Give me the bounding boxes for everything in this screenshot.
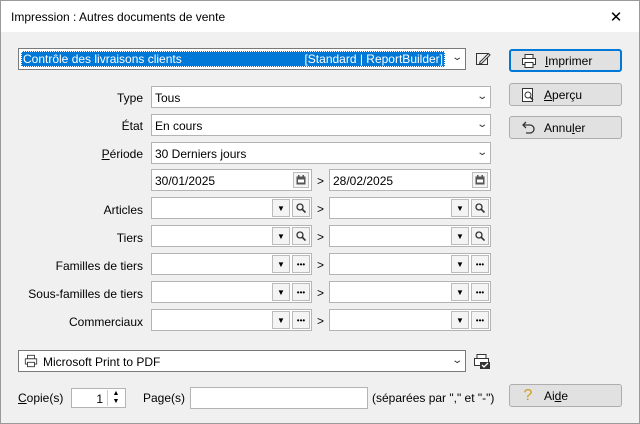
copies-value: 1: [96, 392, 103, 406]
copies-label: Copie(s): [18, 391, 64, 405]
pages-label: Page(s): [143, 391, 186, 405]
print-button[interactable]: Imprimer: [509, 49, 622, 72]
chevron-down-icon[interactable]: ▼: [272, 255, 290, 273]
date-to-value: 28/02/2025: [333, 174, 394, 188]
search-icon[interactable]: [292, 199, 310, 217]
type-value: Tous: [155, 91, 181, 105]
tiers-label: Tiers: [116, 231, 143, 245]
articles-from-field[interactable]: ▼: [151, 197, 312, 219]
window-title: Impression : Autres documents de vente: [11, 10, 226, 24]
pages-input[interactable]: [190, 387, 368, 409]
title-bar: Impression : Autres documents de vente ✕: [1, 1, 639, 32]
familles-to-field[interactable]: ▼ •••: [329, 253, 491, 275]
copies-stepper[interactable]: 1 ▲ ▼: [71, 388, 126, 408]
printer-icon: [24, 354, 38, 371]
chevron-down-icon[interactable]: ▼: [451, 255, 469, 273]
chevron-down-icon: ⌄: [450, 355, 463, 366]
report-selected-value: Contrôle des livraisons clients [Standar…: [21, 51, 445, 67]
report-name: Contrôle des livraisons clients: [23, 52, 182, 66]
ellipsis-icon[interactable]: •••: [471, 283, 489, 301]
undo-icon: [520, 120, 536, 136]
etat-value: En cours: [155, 119, 203, 133]
preview-icon: [520, 87, 536, 103]
ellipsis-icon[interactable]: •••: [471, 311, 489, 329]
stepper-arrows: ▲ ▼: [107, 390, 124, 406]
ellipsis-icon[interactable]: •••: [292, 255, 310, 273]
close-button[interactable]: ✕: [593, 1, 639, 32]
date-from-value: 30/01/2025: [155, 174, 216, 188]
report-select[interactable]: Contrôle des livraisons clients [Standar…: [18, 48, 466, 70]
articles-label: Articles: [103, 203, 143, 217]
pages-hint: (séparées par "," et "-"): [372, 391, 495, 405]
range-separator: >: [317, 314, 325, 328]
etat-select[interactable]: En cours ⌄: [151, 114, 491, 136]
range-separator: >: [317, 230, 325, 244]
date-from-field[interactable]: 30/01/2025: [151, 169, 312, 191]
chevron-down-icon: ⌄: [475, 147, 488, 158]
range-separator: >: [317, 258, 325, 272]
ellipsis-icon[interactable]: •••: [292, 311, 310, 329]
search-icon[interactable]: [292, 227, 310, 245]
printer-icon: [521, 53, 537, 69]
date-to-field[interactable]: 28/02/2025: [329, 169, 491, 191]
periode-value: 30 Derniers jours: [155, 147, 247, 161]
familles-label: Familles de tiers: [55, 259, 143, 273]
chevron-down-icon: ⌄: [475, 119, 488, 130]
commerciaux-to-field[interactable]: ▼ •••: [329, 309, 491, 331]
search-icon[interactable]: [471, 227, 489, 245]
printer-settings-icon[interactable]: [473, 352, 491, 370]
chevron-down-icon[interactable]: ▼: [272, 199, 290, 217]
chevron-down-icon[interactable]: ▼: [451, 227, 469, 245]
familles-from-field[interactable]: ▼ •••: [151, 253, 312, 275]
type-label: Type: [116, 91, 143, 105]
tiers-to-field[interactable]: ▼: [329, 225, 491, 247]
chevron-down-icon[interactable]: ▼: [272, 227, 290, 245]
ellipsis-icon[interactable]: •••: [292, 283, 310, 301]
range-separator: >: [317, 202, 325, 216]
type-select[interactable]: Tous ⌄: [151, 86, 491, 108]
chevron-down-icon[interactable]: ▼: [272, 311, 290, 329]
chevron-down-icon[interactable]: ▼: [451, 283, 469, 301]
sous-familles-to-field[interactable]: ▼ •••: [329, 281, 491, 303]
chevron-down-icon[interactable]: ▼: [451, 311, 469, 329]
chevron-down-icon[interactable]: ▼: [108, 398, 124, 406]
range-separator: >: [317, 286, 325, 300]
chevron-down-icon: ⌄: [475, 91, 488, 102]
sous-familles-label: Sous-familles de tiers: [28, 287, 143, 301]
help-icon: ?: [523, 386, 533, 404]
edit-icon[interactable]: [475, 51, 491, 67]
chevron-down-icon[interactable]: ▼: [451, 199, 469, 217]
help-button[interactable]: ? Aide: [509, 384, 622, 407]
print-dialog: Impression : Autres documents de vente ✕…: [0, 0, 640, 424]
periode-label: Période: [101, 147, 143, 161]
calendar-icon[interactable]: [293, 172, 309, 188]
range-separator: >: [317, 174, 325, 188]
search-icon[interactable]: [471, 199, 489, 217]
etat-label: État: [121, 119, 143, 133]
commerciaux-label: Commerciaux: [68, 315, 143, 329]
preview-button[interactable]: Aperçu: [509, 83, 622, 106]
chevron-up-icon[interactable]: ▲: [108, 390, 124, 398]
chevron-down-icon[interactable]: ▼: [272, 283, 290, 301]
articles-to-field[interactable]: ▼: [329, 197, 491, 219]
printer-value: Microsoft Print to PDF: [43, 355, 161, 369]
periode-select[interactable]: 30 Derniers jours ⌄: [151, 142, 491, 164]
calendar-icon[interactable]: [472, 172, 488, 188]
tiers-from-field[interactable]: ▼: [151, 225, 312, 247]
report-tag: [Standard | ReportBuilder]: [304, 52, 443, 66]
commerciaux-from-field[interactable]: ▼ •••: [151, 309, 312, 331]
printer-select[interactable]: Microsoft Print to PDF ⌄: [18, 350, 466, 372]
chevron-down-icon[interactable]: ⌄: [451, 52, 463, 63]
ellipsis-icon[interactable]: •••: [471, 255, 489, 273]
sous-familles-from-field[interactable]: ▼ •••: [151, 281, 312, 303]
cancel-button[interactable]: Annuler: [509, 116, 622, 139]
